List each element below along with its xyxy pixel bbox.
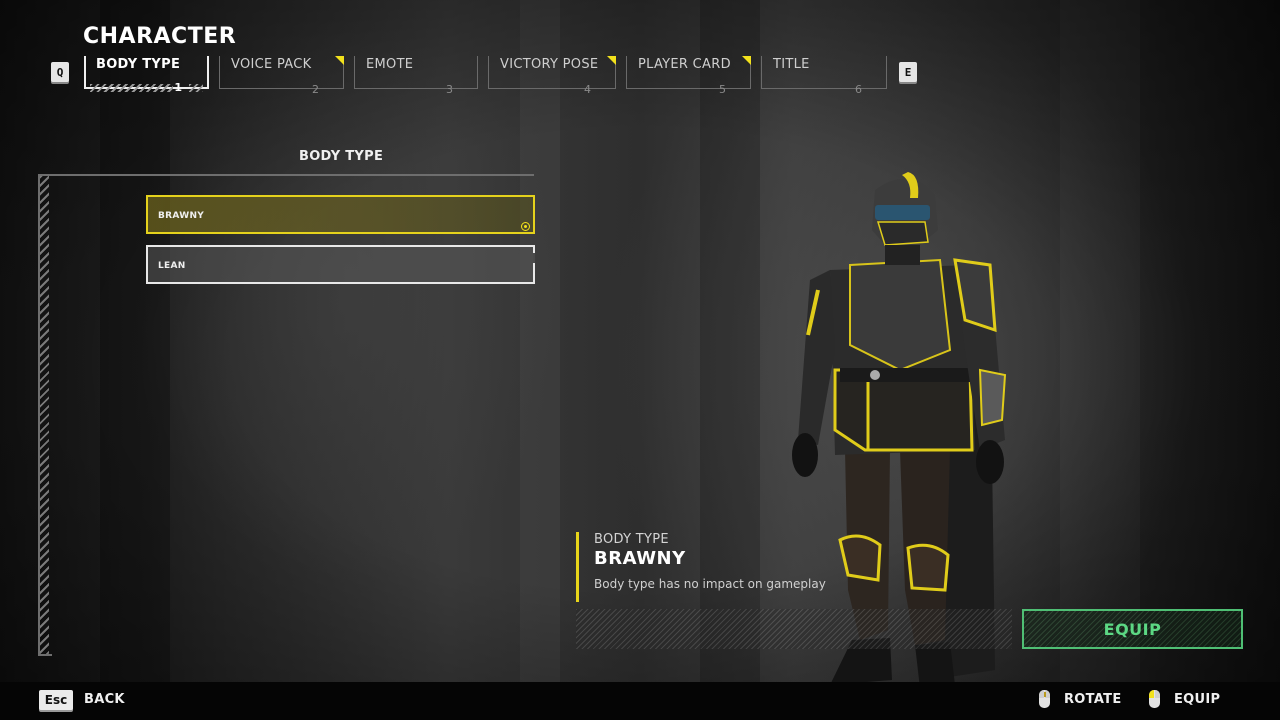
chest-armor xyxy=(849,258,952,372)
mouse-drag-icon xyxy=(1039,690,1050,708)
prev-tab-key[interactable]: Q xyxy=(51,62,69,82)
helmet-visor xyxy=(875,205,930,220)
new-item-flag-icon xyxy=(742,56,751,65)
category-tabs: BODY TYPE 1 VOICE PACK 2 EMOTE 3 VICTORY… xyxy=(84,54,897,98)
tab-emote[interactable]: EMOTE 3 xyxy=(354,54,478,98)
item-name: BRAWNY xyxy=(594,548,686,569)
equip-status-bar xyxy=(576,609,1012,649)
helmet-jaw xyxy=(876,221,929,246)
left-glove xyxy=(792,433,818,477)
tab-label: TITLE xyxy=(773,57,810,72)
tab-victory-pose[interactable]: VICTORY POSE 4 xyxy=(488,54,616,98)
mouse-wheel xyxy=(1043,692,1046,697)
right-knee-pad xyxy=(906,543,950,592)
active-tab-hatch xyxy=(90,84,173,92)
panel-heading: BODY TYPE xyxy=(299,149,384,164)
body-type-list: BRAWNY LEAN xyxy=(38,174,535,656)
next-tab-key[interactable]: E xyxy=(899,62,917,82)
mouse-left-button xyxy=(1149,690,1154,698)
option-label: LEAN xyxy=(158,261,186,271)
tab-label: EMOTE xyxy=(366,57,414,72)
option-brawny[interactable]: BRAWNY xyxy=(146,195,535,234)
tab-label: BODY TYPE xyxy=(96,57,181,72)
footer-bar: Esc BACK ROTATE EQUIP xyxy=(0,682,1280,720)
panel-hatch-decoration xyxy=(40,176,49,654)
right-forearm-guard xyxy=(978,368,1007,427)
new-item-flag-icon xyxy=(335,56,344,65)
esc-key-icon[interactable]: Esc xyxy=(39,690,73,710)
equipped-indicator-icon xyxy=(521,222,530,231)
active-tab-hatch xyxy=(189,84,203,92)
right-glove xyxy=(976,440,1004,484)
item-category: BODY TYPE xyxy=(594,532,669,547)
belt-buckle xyxy=(870,370,880,380)
tab-body-type[interactable]: BODY TYPE 1 xyxy=(84,54,209,98)
belt xyxy=(840,368,970,382)
panel-corner xyxy=(38,654,52,656)
mouse-right-button xyxy=(1155,690,1160,698)
option-label: BRAWNY xyxy=(158,211,205,221)
tab-player-card[interactable]: PLAYER CARD 5 xyxy=(626,54,751,98)
neck xyxy=(885,245,920,265)
option-lean[interactable]: LEAN xyxy=(146,245,535,284)
mouse-left-click-icon xyxy=(1149,690,1160,708)
tab-number: 3 xyxy=(446,83,453,96)
item-description: Body type has no impact on gameplay xyxy=(594,577,826,591)
tab-label: VOICE PACK xyxy=(231,57,312,72)
equip-button[interactable]: EQUIP xyxy=(1022,609,1243,649)
tab-number: 4 xyxy=(584,83,591,96)
new-item-flag-icon xyxy=(607,56,616,65)
tab-number: 2 xyxy=(312,83,319,96)
tab-number: 6 xyxy=(855,83,862,96)
tab-label: PLAYER CARD xyxy=(638,57,731,72)
mouse-right-button xyxy=(1045,690,1050,698)
tab-number: 5 xyxy=(719,83,726,96)
tab-label: VICTORY POSE xyxy=(500,57,599,72)
tab-title[interactable]: TITLE 6 xyxy=(761,54,887,98)
item-details: BODY TYPE BRAWNY Body type has no impact… xyxy=(576,532,826,602)
rotate-hint: ROTATE xyxy=(1064,692,1122,707)
left-knee-pad xyxy=(838,534,882,582)
tab-voice-pack[interactable]: VOICE PACK 2 xyxy=(219,54,344,98)
equip-hint[interactable]: EQUIP xyxy=(1174,692,1220,707)
page-title: CHARACTER xyxy=(83,24,237,49)
tab-number: 1 xyxy=(174,81,182,94)
back-button[interactable]: BACK xyxy=(84,692,125,707)
